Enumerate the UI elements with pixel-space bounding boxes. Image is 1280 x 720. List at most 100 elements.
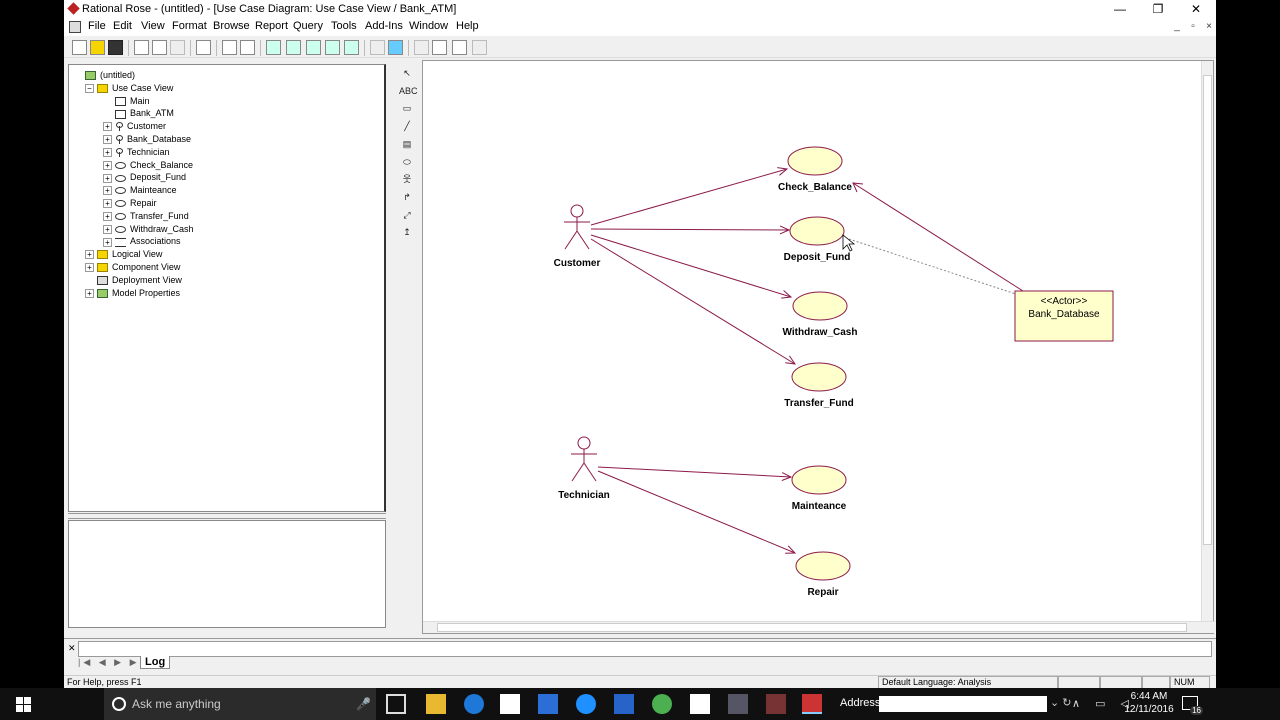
expand-icon[interactable]: + [85, 288, 94, 298]
browse-state-diagram-icon[interactable] [325, 40, 340, 55]
generalization-tool-icon[interactable]: ↥ [399, 225, 415, 239]
text-tool-icon[interactable]: ABC [399, 84, 418, 98]
open-icon[interactable] [90, 40, 105, 55]
cut-icon[interactable] [134, 40, 149, 55]
log-close-icon[interactable]: ✕ [68, 643, 76, 654]
expand-icon[interactable]: + [103, 147, 112, 157]
browse-interaction-diagram-icon[interactable] [286, 40, 301, 55]
expand-icon[interactable]: + [103, 135, 112, 145]
use-case-diagram-canvas[interactable]: Check_Balance Deposit_Fund Withdraw_Cash Tr… [423, 61, 1203, 621]
file-explorer-icon[interactable] [426, 694, 446, 714]
tree-item[interactable]: + Repair [103, 197, 157, 210]
expand-icon[interactable]: + [85, 250, 94, 260]
expand-icon[interactable]: + [103, 237, 112, 247]
tree-item[interactable]: Deployment View [85, 274, 182, 287]
association-line[interactable] [590, 228, 790, 231]
undo-fit-icon[interactable] [472, 40, 487, 55]
zoom-in-icon[interactable] [414, 40, 429, 55]
tree-item[interactable]: + Deposit_Fund [103, 171, 186, 184]
tree-item[interactable]: (untitled) [73, 69, 135, 82]
close-button[interactable]: ✕ [1178, 0, 1214, 18]
clock[interactable]: 6:44 AM 12/11/2016 [1118, 690, 1180, 716]
rose-app-icon[interactable] [728, 694, 748, 714]
association-line[interactable] [590, 238, 796, 365]
menu-browse[interactable]: Browse [213, 20, 250, 32]
browse-component-diagram-icon[interactable] [306, 40, 321, 55]
menu-edit[interactable]: Edit [113, 20, 132, 32]
tree-item[interactable]: + Technician [103, 146, 170, 159]
security-shield-icon[interactable] [614, 694, 634, 714]
log-output[interactable] [78, 641, 1212, 657]
microphone-icon[interactable]: 🎤 [356, 697, 371, 711]
collapse-icon[interactable]: − [85, 83, 94, 93]
association-line[interactable] [590, 168, 788, 226]
use-case-withdraw-cash[interactable] [792, 291, 848, 321]
expand-icon[interactable]: + [103, 224, 112, 234]
print-icon[interactable] [196, 40, 211, 55]
restore-button[interactable]: ❐ [1140, 0, 1176, 18]
edge-icon[interactable] [464, 694, 484, 714]
address-input[interactable] [879, 696, 1047, 712]
tree-item[interactable]: + Check_Balance [103, 159, 193, 172]
zoom-out-icon[interactable] [432, 40, 447, 55]
rose-model-icon[interactable] [766, 694, 786, 714]
package-tool-icon[interactable]: ▤ [399, 137, 415, 151]
paste-icon[interactable] [170, 40, 185, 55]
mdi-minimize-icon[interactable]: _ [1170, 20, 1184, 34]
dependency-tool-icon[interactable]: ⤢ [399, 208, 415, 222]
note-tool-icon[interactable]: ▭ [399, 101, 415, 115]
address-go-icon[interactable]: ⌄ ↻ [1050, 696, 1072, 709]
menu-query[interactable]: Query [293, 20, 323, 32]
save-icon[interactable] [108, 40, 123, 55]
document-icon[interactable] [69, 21, 81, 33]
use-case-transfer-fund[interactable] [791, 362, 847, 392]
task-view-icon[interactable] [386, 694, 406, 714]
association-line[interactable] [590, 234, 792, 298]
selection-tool-icon[interactable]: ↖ [399, 66, 415, 80]
browse-parent-icon[interactable] [370, 40, 385, 55]
actor-tool-icon[interactable]: 웃 [399, 172, 415, 186]
expand-icon[interactable]: + [103, 186, 112, 196]
tree-item[interactable]: Main [103, 95, 150, 108]
minimize-button[interactable]: — [1102, 0, 1138, 18]
browse-deployment-diagram-icon[interactable] [344, 40, 359, 55]
use-case-deposit-fund[interactable] [789, 216, 845, 246]
tree-item[interactable]: + Mainteance [103, 184, 177, 197]
tree-item[interactable]: + Bank_Database [103, 133, 191, 146]
tree-item[interactable]: + Associations [103, 235, 181, 248]
view-documentation-icon[interactable] [240, 40, 255, 55]
use-case-tool-icon[interactable]: ⬭ [399, 155, 415, 169]
expand-icon[interactable]: + [103, 211, 112, 221]
documentation-pane[interactable] [68, 520, 386, 628]
use-case-mainteance[interactable] [791, 465, 847, 495]
expand-icon[interactable]: + [85, 263, 94, 273]
tree-item[interactable]: + Logical View [85, 248, 162, 261]
vertical-scrollbar[interactable] [1201, 61, 1213, 621]
rational-rose-taskbar-icon[interactable] [802, 694, 822, 714]
association-line[interactable] [597, 470, 796, 554]
menu-report[interactable]: Report [255, 20, 288, 32]
tree-item[interactable]: + Model Properties [85, 287, 180, 300]
menu-file[interactable]: File [88, 20, 106, 32]
start-button[interactable] [0, 688, 48, 720]
association-tool-icon[interactable]: ↱ [399, 190, 415, 204]
new-icon[interactable] [72, 40, 87, 55]
expand-icon[interactable]: + [103, 122, 112, 132]
log-tab[interactable]: Log [140, 656, 171, 669]
pdf-reader-icon[interactable] [690, 694, 710, 714]
menu-view[interactable]: View [141, 20, 165, 32]
log-tab-navigation[interactable]: |◀ ◀ ▶ ▶| [78, 657, 145, 668]
browser-splitter[interactable] [68, 513, 386, 519]
tree-item[interactable]: + Withdraw_Cash [103, 223, 194, 236]
use-case-repair[interactable] [795, 551, 851, 581]
menu-help[interactable]: Help [456, 20, 479, 32]
tree-item[interactable]: − Use Case View [85, 82, 173, 95]
browse-class-diagram-icon[interactable] [266, 40, 281, 55]
store-icon[interactable] [500, 694, 520, 714]
association-line[interactable] [597, 466, 792, 478]
tree-item[interactable]: + Component View [85, 261, 180, 274]
expand-icon[interactable]: + [103, 160, 112, 170]
horizontal-scrollbar[interactable] [423, 621, 1215, 633]
dependency-line[interactable] [848, 238, 1044, 304]
association-line[interactable] [852, 182, 1024, 292]
